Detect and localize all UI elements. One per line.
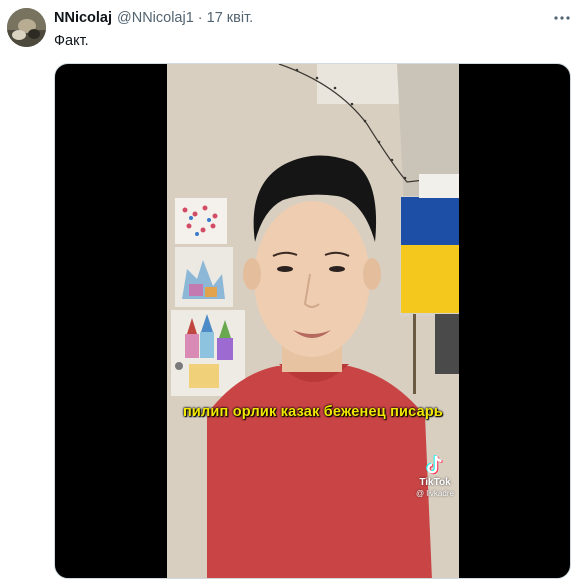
video-caption: пилип орлик казак беженец писарь xyxy=(182,404,444,420)
separator-dot: · xyxy=(197,10,203,26)
tiktok-logo-icon xyxy=(426,455,443,475)
tweet-header: NNicolaj @NNicolaj1 · 17 квіт. xyxy=(54,10,253,30)
more-options-button[interactable] xyxy=(552,9,572,27)
tiktok-brand-label: TikTok xyxy=(419,477,451,488)
video-frame[interactable]: пилип орлик казак беженец писарь TikTok … xyxy=(167,64,459,578)
tweet-card[interactable]: NNicolaj @NNicolaj1 · 17 квіт. Факт. пил… xyxy=(0,0,578,585)
tiktok-watermark: TikTok @ livkadre xyxy=(413,454,457,498)
author-name[interactable]: NNicolaj xyxy=(54,10,112,26)
more-horizontal-icon xyxy=(554,16,570,20)
video-player[interactable]: пилип орлик казак беженец писарь TikTok … xyxy=(54,63,571,579)
author-handle[interactable]: @NNicolaj1 xyxy=(117,10,194,26)
avatar[interactable] xyxy=(7,8,46,47)
video-still xyxy=(167,64,459,578)
tweet-date[interactable]: 17 квіт. xyxy=(207,10,254,26)
tweet-text: Факт. xyxy=(54,33,89,49)
tiktok-username: @ livkadre xyxy=(416,489,454,498)
